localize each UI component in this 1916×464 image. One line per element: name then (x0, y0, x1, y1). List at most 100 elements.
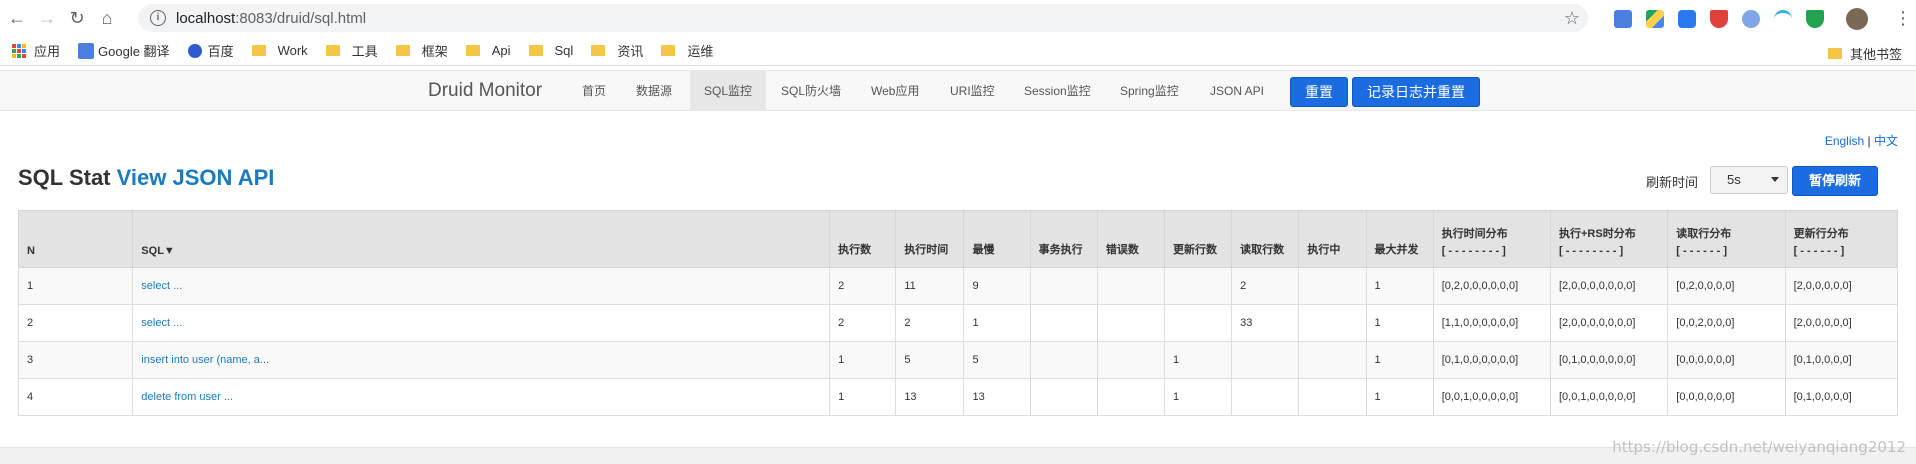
blue-extension-icon[interactable] (1678, 10, 1696, 28)
col-header-update-histogram[interactable]: 更新行分布 [ - - - - - - ] (1784, 210, 1899, 268)
nav-sql-firewall[interactable]: SQL防火墙 (771, 71, 851, 111)
col-header-exec-count[interactable]: 执行数 (829, 210, 897, 268)
sql-link[interactable]: delete from user ... (141, 391, 233, 403)
avatar[interactable] (1846, 8, 1868, 30)
col-header-tx-exec[interactable]: 事务执行 (1029, 210, 1098, 268)
cell-exec-count: 2 (829, 267, 897, 305)
lang-chinese-link[interactable]: 中文 (1874, 134, 1898, 148)
cell-sql: select ... (132, 304, 831, 342)
col-header-fetch-histogram[interactable]: 读取行分布 [ - - - - - - ] (1667, 210, 1786, 268)
table-body: 1 select ... 2 11 9 2 1 [0,2,0,0,0,0,0,0… (17, 267, 1899, 416)
header-label: 执行时间 (904, 244, 949, 256)
cell-running (1298, 378, 1367, 416)
reload-icon[interactable]: ↻ (62, 3, 92, 33)
wifi-extension-icon[interactable] (1774, 10, 1792, 28)
menu-kebab-icon[interactable]: ⋮ (1894, 8, 1912, 29)
cell-sql: delete from user ... (132, 378, 831, 416)
log-and-reset-button[interactable]: 记录日志并重置 (1352, 77, 1480, 107)
nav-session-monitor[interactable]: Session监控 (1014, 71, 1101, 111)
table-row: 2 select ... 2 2 1 33 1 [1,1,0,0,0,0,0,0… (17, 304, 1899, 342)
bookmark-apps[interactable]: 应用 (0, 41, 60, 60)
apps-icon (12, 43, 26, 58)
refresh-time-label: 刷新时间 (1646, 175, 1699, 190)
cell-max-concurrent: 1 (1365, 267, 1434, 305)
col-header-slowest[interactable]: 最慢 (963, 210, 1031, 268)
cell-exec-rs-histogram: [2,0,0,0,0,0,0,0] (1549, 267, 1669, 305)
bookmark-ops[interactable]: 运维 (661, 41, 713, 60)
other-bookmarks[interactable]: 其他书签 (1827, 44, 1902, 63)
bookmark-google-translate[interactable]: Google 翻译 (78, 41, 170, 60)
col-header-exec-rs-histogram[interactable]: 执行+RS时分布 [ - - - - - - - - ] (1549, 210, 1669, 268)
bookmark-api[interactable]: Api (465, 43, 511, 58)
cell-sql: select ... (132, 267, 831, 305)
sql-stat-table-wrapper: N SQL▼ 执行数 执行时间 最慢 事务执行 错误数 更新行数 读取行数 执行… (17, 210, 1899, 416)
bookmark-label: 运维 (687, 44, 714, 59)
bird-extension-icon[interactable] (1742, 10, 1760, 28)
col-header-exec-histogram[interactable]: 执行时间分布 [ - - - - - - - - ] (1432, 210, 1551, 268)
bookmark-star-icon[interactable]: ☆ (1564, 8, 1580, 29)
cell-exec-time: 2 (895, 304, 965, 342)
bookmark-baidu[interactable]: 百度 (187, 41, 234, 60)
cell-exec-time: 5 (895, 341, 965, 379)
shield-red-extension-icon[interactable] (1710, 10, 1728, 28)
info-icon[interactable]: i (150, 10, 166, 26)
header-label: 执行时间分布 (1441, 228, 1508, 240)
cell-exec-count: 1 (829, 341, 897, 379)
col-header-max-concurrent[interactable]: 最大并发 (1365, 210, 1434, 268)
cell-exec-histogram: [0,0,1,0,0,0,0,0] (1432, 378, 1551, 416)
pause-refresh-button[interactable]: 暂停刷新 (1792, 166, 1878, 196)
bookmark-news[interactable]: 资讯 (591, 41, 643, 60)
nav-spring-monitor[interactable]: Spring监控 (1110, 71, 1189, 111)
header-label: 读取行数 (1240, 244, 1285, 256)
cell-running (1298, 267, 1367, 305)
browser-toolbar: ← → ↻ ⌂ i localhost:8083/druid/sql.html … (0, 0, 1916, 36)
green-shield-extension-icon[interactable] (1806, 10, 1824, 28)
folder-icon (591, 45, 606, 56)
bookmark-work[interactable]: Work (251, 43, 308, 58)
nav-datasource[interactable]: 数据源 (626, 71, 682, 111)
col-header-fetch-rows[interactable]: 读取行数 (1231, 210, 1300, 268)
cell-errors (1096, 378, 1166, 416)
cell-update-histogram: [2,0,0,0,0,0] (1784, 304, 1899, 342)
nav-sql-monitor[interactable]: SQL监控 (690, 71, 767, 111)
cell-fetch-histogram: [0,2,0,0,0,0] (1667, 267, 1786, 305)
header-label: 错误数 (1105, 244, 1139, 256)
nav-uri-monitor[interactable]: URI监控 (940, 71, 1005, 111)
col-header-running[interactable]: 执行中 (1298, 210, 1367, 268)
cell-update-rows (1163, 267, 1233, 305)
lang-english-link[interactable]: English (1825, 134, 1864, 148)
cell-exec-time: 11 (895, 267, 965, 305)
bookmark-sql[interactable]: Sql (528, 43, 573, 58)
nav-web-app[interactable]: Web应用 (861, 71, 929, 111)
home-icon[interactable]: ⌂ (92, 3, 122, 33)
col-header-exec-time[interactable]: 执行时间 (895, 210, 965, 268)
drive-extension-icon[interactable] (1646, 10, 1664, 28)
cell-n: 2 (17, 304, 134, 342)
header-sub: [ - - - - - - - - ] (1441, 245, 1506, 257)
nav-home[interactable]: 首页 (572, 71, 616, 111)
refresh-interval-select[interactable]: 5s (1710, 166, 1788, 194)
back-arrow-icon[interactable]: ← (2, 3, 32, 33)
cell-fetch-rows (1231, 341, 1300, 379)
cell-n: 1 (17, 267, 134, 305)
forward-arrow-icon[interactable]: → (32, 3, 62, 33)
url-text: localhost:8083/druid/sql.html (176, 10, 366, 27)
bookmark-tools[interactable]: 工具 (325, 41, 378, 60)
bookmark-frameworks[interactable]: 框架 (395, 41, 448, 60)
view-json-api-link[interactable]: View JSON API (117, 165, 275, 190)
sql-link[interactable]: insert into user (name, a... (141, 354, 269, 366)
address-bar[interactable]: i localhost:8083/druid/sql.html ☆ (138, 4, 1588, 32)
translate-extension-icon[interactable] (1614, 10, 1632, 28)
cell-n: 4 (17, 378, 134, 416)
col-header-errors[interactable]: 错误数 (1096, 210, 1166, 268)
nav-json-api[interactable]: JSON API (1200, 71, 1274, 111)
sql-link[interactable]: select ... (141, 280, 182, 292)
col-header-update-rows[interactable]: 更新行数 (1163, 210, 1233, 268)
reset-button[interactable]: 重置 (1290, 77, 1348, 107)
header-label: N (27, 245, 35, 257)
header-label: 执行+RS时分布 (1558, 228, 1636, 240)
col-header-n[interactable]: N (17, 210, 134, 268)
brand-title[interactable]: Druid Monitor (428, 80, 542, 102)
col-header-sql[interactable]: SQL▼ (132, 210, 831, 268)
sql-link[interactable]: select ... (141, 317, 182, 329)
